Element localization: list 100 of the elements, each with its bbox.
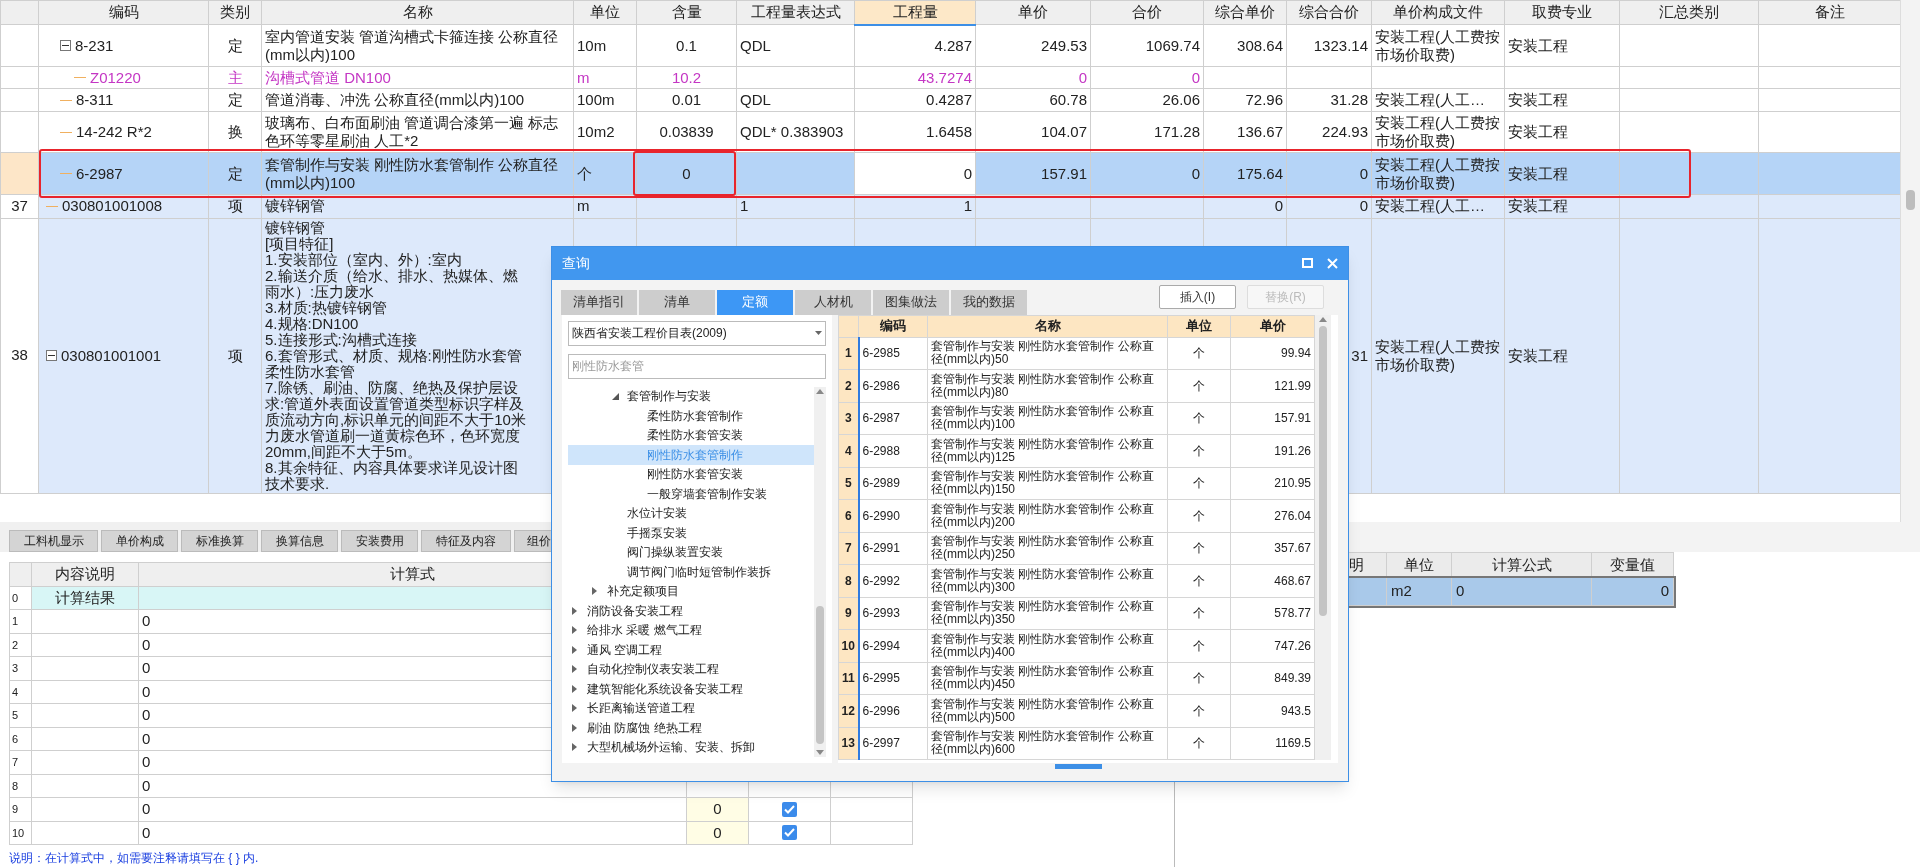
tree-item[interactable]: 套管制作与安装 [568, 386, 814, 406]
table-cell-text: 安装工程(人工费按市场价取费) [1375, 155, 1500, 191]
table-cell-text: 安装工程(人工费按市场价取费) [1375, 337, 1500, 373]
tree-item[interactable]: 柔性防水套管制作 [568, 406, 814, 426]
item-code: 8-311 [76, 91, 114, 109]
collapsed-arrow-icon[interactable] [572, 645, 577, 654]
expanded-arrow-icon[interactable] [612, 392, 619, 400]
column-header[interactable]: 取费专业 [1504, 0, 1620, 25]
table-cell-text: 31 [1351, 346, 1368, 364]
column-header[interactable]: 汇总类别 [1619, 0, 1759, 25]
tree-item[interactable]: 大型机械场外运输、安装、拆卸 [568, 737, 814, 757]
column-header[interactable]: 单位 [573, 0, 637, 25]
tree-scrollbar[interactable] [814, 386, 826, 757]
panel-tab[interactable]: 工料机显示 [9, 529, 98, 552]
table-cell-text: 468.67 [1274, 573, 1311, 588]
panel-tab[interactable]: 换算信息 [261, 529, 338, 552]
collapsed-arrow-icon[interactable] [572, 665, 577, 674]
tree-item[interactable]: 消防设备安装工程 [568, 601, 814, 621]
collapsed-arrow-icon[interactable] [572, 684, 577, 693]
tree-item[interactable]: 自动化控制仪表安装工程 [568, 659, 814, 679]
column-header[interactable]: 工程量表达式 [736, 0, 855, 25]
tree-item[interactable]: 手摇泵安装 [568, 523, 814, 543]
column-header[interactable]: 计算公式 [1451, 552, 1592, 578]
table-cell-text: 个 [1193, 573, 1205, 588]
table-cell-text: 个 [1193, 476, 1205, 491]
column-header[interactable]: 综合合价 [1286, 0, 1372, 25]
column-header[interactable]: 合价 [1090, 0, 1204, 25]
vertical-scrollbar[interactable] [1900, 0, 1920, 522]
scrollbar-thumb[interactable] [816, 606, 824, 744]
table-cell-text: 安装工程(人工费按市场价取费) [1375, 114, 1500, 149]
column-header[interactable]: 工程量 [854, 0, 976, 25]
panel-tab[interactable]: 单价构成 [101, 529, 178, 552]
column-header[interactable]: 单位 [1167, 315, 1231, 337]
column-header[interactable]: 含量 [636, 0, 737, 25]
scrollbar-thumb[interactable] [1906, 190, 1915, 210]
tree-item[interactable]: 建筑智能化系统设备安装工程 [568, 679, 814, 699]
tree-item[interactable]: 一般穿墙套管制作安装 [568, 484, 814, 504]
column-header[interactable]: 编码 [858, 315, 928, 337]
collapsed-arrow-icon[interactable] [572, 743, 577, 752]
column-header[interactable]: 变量值 [1591, 552, 1674, 578]
dialog-tab[interactable]: 图集做法 [873, 289, 949, 315]
collapsed-arrow-icon[interactable] [572, 723, 577, 732]
tree-item[interactable]: 通风 空调工程 [568, 640, 814, 660]
tree-item[interactable]: 阀门操纵装置安装 [568, 542, 814, 562]
dialog-title: 查询 [562, 253, 591, 273]
collapsed-arrow-icon[interactable] [572, 606, 577, 615]
table-cell-text: 43.7274 [917, 68, 972, 86]
column-header[interactable]: 名称 [927, 315, 1168, 337]
column-header[interactable]: 备注 [1758, 0, 1900, 25]
dialog-tab[interactable]: 清单 [639, 289, 715, 315]
column-header[interactable]: 单价构成文件 [1371, 0, 1505, 25]
table-cell-text: 个 [1193, 508, 1205, 523]
table-cell-text: 104.07 [1041, 123, 1087, 140]
close-icon[interactable] [1327, 257, 1338, 269]
dialog-tab[interactable]: 我的数据 [951, 289, 1027, 315]
tree-item[interactable]: 水位计安装 [568, 503, 814, 523]
collapsed-arrow-icon[interactable] [592, 587, 597, 596]
table-cell-text: 4.287 [934, 36, 972, 54]
scrollbar-thumb[interactable] [1319, 325, 1327, 616]
table-cell-text: 安装工程 [1508, 197, 1568, 215]
collapsed-arrow-icon[interactable] [572, 704, 577, 713]
checkbox[interactable] [782, 825, 797, 841]
scroll-down-icon[interactable] [816, 750, 824, 755]
column-header[interactable]: 编码 [38, 0, 209, 25]
panel-tab[interactable]: 特征及内容 [421, 529, 511, 552]
dialog-tab[interactable]: 清单指引 [561, 289, 637, 315]
column-header[interactable]: 单价 [1230, 315, 1315, 337]
column-header[interactable]: 名称 [261, 0, 574, 25]
panel-tab[interactable]: 安装费用 [341, 529, 418, 552]
search-field[interactable]: 刚性防水套管 [568, 353, 826, 379]
maximize-icon[interactable] [1302, 258, 1313, 269]
table-cell-text: 0 [1191, 68, 1200, 86]
splitter-handle[interactable] [1055, 764, 1102, 769]
scroll-up-icon[interactable] [1319, 316, 1327, 322]
dialog-tab[interactable]: 人材机 [795, 289, 871, 315]
column-header[interactable]: 类别 [208, 0, 262, 25]
scroll-up-icon[interactable] [816, 388, 824, 394]
column-header[interactable]: 综合单价 [1203, 0, 1287, 25]
column-header[interactable]: 单价 [975, 0, 1091, 25]
checkbox[interactable] [782, 801, 797, 817]
panel-tab[interactable]: 标准换算 [181, 529, 258, 552]
collapse-box-icon[interactable] [46, 350, 57, 361]
tree-item[interactable]: 给排水 采暖 燃气工程 [568, 620, 814, 640]
row-number: 2 [844, 378, 852, 393]
collapsed-arrow-icon[interactable] [572, 626, 577, 635]
tree-item[interactable]: 长距离输送管道工程 [568, 698, 814, 718]
grid-scrollbar[interactable] [1315, 314, 1331, 760]
row-number: 37 [0, 194, 39, 218]
formula-text: 0 [142, 659, 151, 676]
dialog-button[interactable]: 插入(I) [1159, 284, 1236, 309]
table-cell-text: m2 [1391, 582, 1412, 600]
table-cell-text: m [577, 197, 590, 215]
table-cell-text: 1 [740, 197, 749, 215]
library-dropdown[interactable]: 陕西省安装工程价目表(2009) [568, 320, 826, 346]
column-header[interactable]: 内容说明 [31, 562, 139, 586]
tree-item[interactable]: 柔性防水套管安装 [568, 425, 814, 445]
collapse-box-icon[interactable] [60, 40, 71, 51]
tree-item[interactable]: 刷油 防腐蚀 绝热工程 [568, 718, 814, 738]
table-cell-text: 6-2988 [862, 443, 900, 458]
tree-item[interactable]: 刚性防水套管安装 [568, 464, 814, 484]
